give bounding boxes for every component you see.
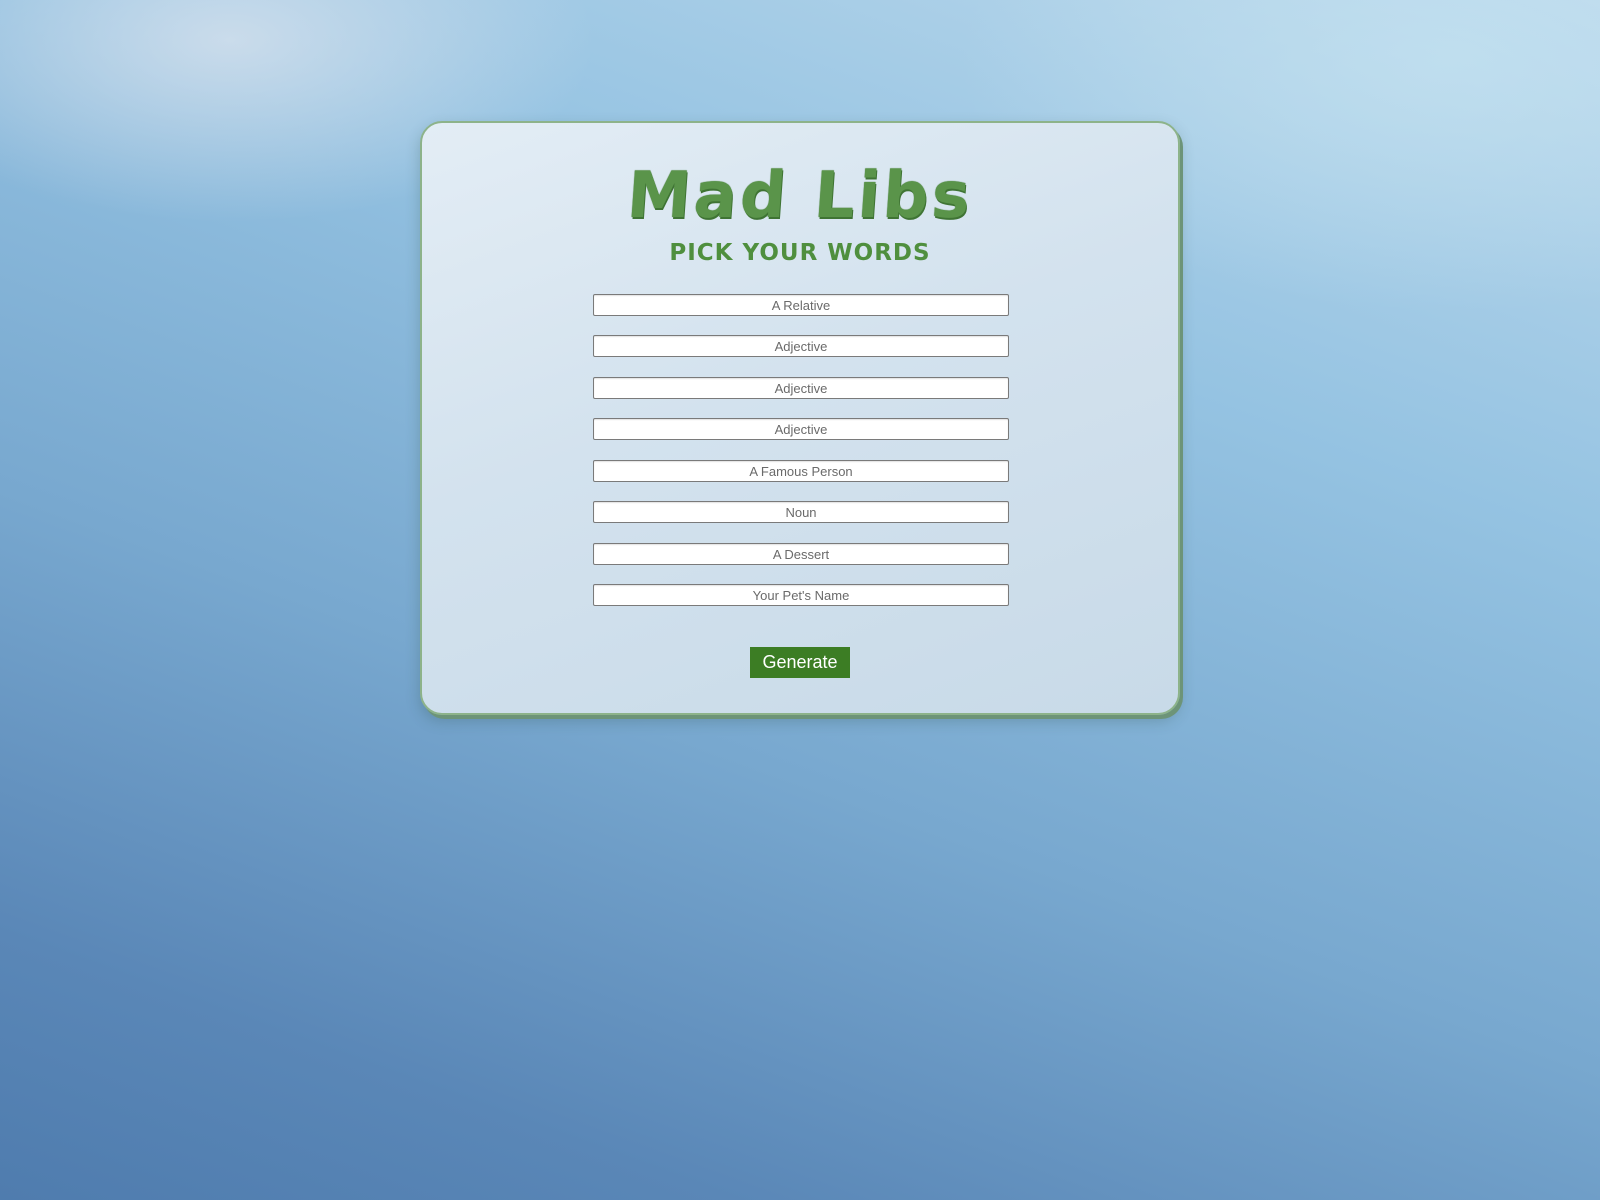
page-subtitle: Pick Your Words [669, 240, 931, 266]
dessert-input[interactable] [593, 543, 1009, 565]
pet-name-input[interactable] [593, 584, 1009, 606]
famous-person-input[interactable] [593, 460, 1009, 482]
mad-libs-card: Mad Libs Pick Your Words Generate [420, 121, 1180, 715]
adjective-2-input[interactable] [593, 377, 1009, 399]
relative-input[interactable] [593, 294, 1009, 316]
adjective-1-input[interactable] [593, 335, 1009, 357]
noun-input[interactable] [593, 501, 1009, 523]
adjective-3-input[interactable] [593, 418, 1009, 440]
page-title: Mad Libs [624, 159, 976, 233]
generate-button[interactable]: Generate [750, 647, 850, 678]
